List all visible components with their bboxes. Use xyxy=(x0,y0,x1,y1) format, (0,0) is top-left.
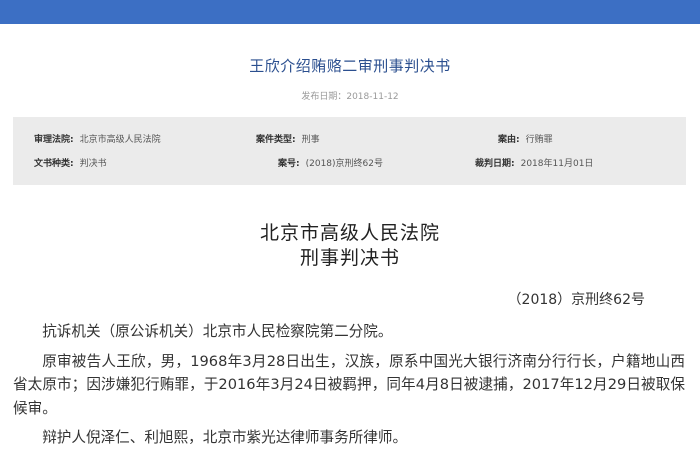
meta-court: 审理法院: 北京市高级人民法院 xyxy=(34,132,161,145)
top-navigation-bar xyxy=(0,0,700,24)
meta-court-label: 审理法院: xyxy=(34,135,74,145)
meta-case-no-value: (2018)京刑终62号 xyxy=(305,159,383,169)
meta-case-type-value: 刑事 xyxy=(301,135,320,145)
publish-date-label: 发布日期： xyxy=(301,92,347,102)
meta-cause-label: 案由: xyxy=(498,135,520,145)
judgment-type-heading: 刑事判决书 xyxy=(299,247,400,269)
meta-doc-type-label: 文书种类: xyxy=(34,159,74,169)
court-name-heading: 北京市高级人民法院 xyxy=(259,222,440,244)
case-number: （2018）京刑终62号 xyxy=(507,292,645,308)
meta-date-label: 裁判日期: xyxy=(475,159,515,169)
case-info-panel: 审理法院: 北京市高级人民法院 案件类型: 刑事 案由: 行贿罪 文书种类: 判决书 案… xyxy=(13,117,686,185)
meta-case-no: 案号: (2018)京刑终62号 xyxy=(278,156,383,169)
meta-case-type-label: 案件类型: xyxy=(256,135,296,145)
meta-case-no-label: 案号: xyxy=(278,159,300,169)
meta-court-value: 北京市高级人民法院 xyxy=(79,135,161,145)
meta-case-type: 案件类型: 刑事 xyxy=(256,132,320,145)
meta-doc-type-value: 判决书 xyxy=(79,159,107,169)
publish-date-line: 发布日期：2018-11-12 xyxy=(0,89,700,102)
paragraph: 辩护人倪泽仁、利旭熙，北京市紫光达律师事务所律师。 xyxy=(42,429,408,446)
meta-doc-type: 文书种类: 判决书 xyxy=(34,156,107,169)
meta-cause: 案由: 行贿罪 xyxy=(498,132,553,145)
publish-date-value: 2018-11-12 xyxy=(346,92,399,102)
meta-cause-value: 行贿罪 xyxy=(525,135,553,145)
paragraph: 抗诉机关（原公诉机关）北京市人民检察院第二分院。 xyxy=(42,323,393,340)
meta-date: 裁判日期: 2018年11月01日 xyxy=(475,156,593,169)
judgment-body: 抗诉机关（原公诉机关）北京市人民检察院第二分院。 原审被告人王欣，男，1968年… xyxy=(13,320,685,456)
meta-date-value: 2018年11月01日 xyxy=(520,159,594,169)
paragraph: 原审被告人王欣，男，1968年3月28日出生，汉族，原系中国光大银行济南分行行长… xyxy=(13,352,685,417)
document-title: 王欣介绍贿赂二审刑事判决书 xyxy=(249,57,451,75)
